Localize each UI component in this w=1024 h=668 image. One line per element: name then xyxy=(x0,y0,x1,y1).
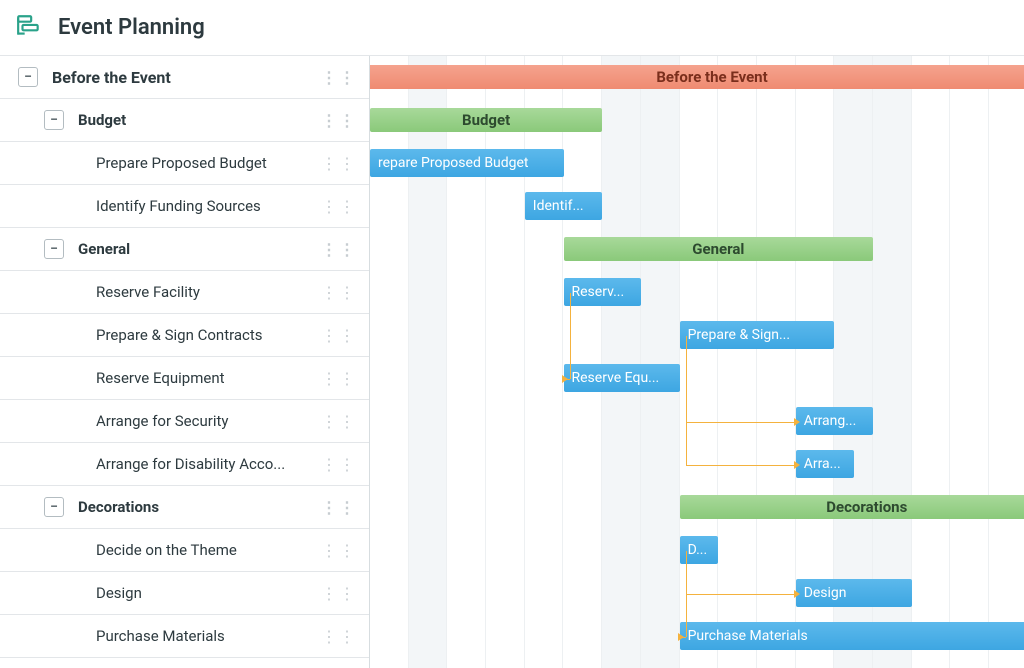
gantt-bars: Before the Event Budget repare Proposed Bu… xyxy=(370,56,1024,668)
row-label: Budget xyxy=(78,111,317,129)
drag-handle-icon[interactable]: ⋮⋮ xyxy=(317,283,361,302)
tree-group-row[interactable]: −General⋮⋮ xyxy=(0,228,369,271)
row-label: General xyxy=(78,240,317,258)
task-tree-panel: −Before the Event⋮⋮−Budget⋮⋮Prepare Prop… xyxy=(0,56,370,668)
row-label: Purchase Materials xyxy=(96,627,317,645)
main-split: −Before the Event⋮⋮−Budget⋮⋮Prepare Prop… xyxy=(0,56,1024,668)
drag-handle-icon[interactable]: ⋮⋮ xyxy=(317,541,361,560)
gantt-task-bar[interactable]: Reserv... xyxy=(564,278,641,306)
gantt-summary-bar[interactable]: Before the Event xyxy=(370,65,1024,89)
collapse-toggle[interactable]: − xyxy=(18,67,38,87)
tree-task-row[interactable]: Arrange for Disability Acco...⋮⋮ xyxy=(0,443,369,486)
drag-handle-icon[interactable]: ⋮⋮ xyxy=(317,498,361,517)
dependency-arrow-icon xyxy=(794,418,804,426)
tree-task-row[interactable]: Reserve Equipment⋮⋮ xyxy=(0,357,369,400)
drag-handle-icon[interactable]: ⋮⋮ xyxy=(317,627,361,646)
dependency-arrow-icon xyxy=(562,375,572,383)
gantt-task-bar[interactable]: Reserve Equ... xyxy=(564,364,680,392)
gantt-task-bar[interactable]: Identif... xyxy=(525,192,602,220)
drag-handle-icon[interactable]: ⋮⋮ xyxy=(317,326,361,345)
tree-task-row[interactable]: Purchase Materials⋮⋮ xyxy=(0,615,369,658)
drag-handle-icon[interactable]: ⋮⋮ xyxy=(317,111,361,130)
dependency-arrow-icon xyxy=(794,461,804,469)
tree-task-row[interactable]: Arrange for Security⋮⋮ xyxy=(0,400,369,443)
drag-handle-icon[interactable]: ⋮⋮ xyxy=(317,584,361,603)
drag-handle-icon[interactable]: ⋮⋮ xyxy=(317,412,361,431)
page-title: Event Planning xyxy=(58,15,205,40)
dependency-line xyxy=(686,336,687,465)
drag-handle-icon[interactable]: ⋮⋮ xyxy=(317,369,361,388)
tree-task-row[interactable]: Prepare & Sign Contracts⋮⋮ xyxy=(0,314,369,357)
dependency-line xyxy=(686,594,796,595)
gantt-task-bar[interactable]: Arrang... xyxy=(796,407,873,435)
row-label: Reserve Facility xyxy=(96,283,317,301)
dependency-line xyxy=(686,422,796,423)
tree-task-row[interactable]: Identify Funding Sources⋮⋮ xyxy=(0,185,369,228)
dependency-line xyxy=(570,293,571,379)
dependency-arrow-icon xyxy=(794,590,804,598)
collapse-toggle[interactable]: − xyxy=(44,239,64,259)
gantt-task-bar[interactable]: repare Proposed Budget xyxy=(370,149,564,177)
gantt-icon xyxy=(16,13,58,43)
drag-handle-icon[interactable]: ⋮⋮ xyxy=(317,455,361,474)
row-label: Prepare & Sign Contracts xyxy=(96,326,317,344)
tree-task-row[interactable]: Prepare Proposed Budget⋮⋮ xyxy=(0,142,369,185)
row-label: Identify Funding Sources xyxy=(96,197,317,215)
gantt-task-bar[interactable]: Purchase Materials xyxy=(680,622,1024,650)
tree-task-row[interactable]: Decide on the Theme⋮⋮ xyxy=(0,529,369,572)
tree-group-row[interactable]: −Before the Event⋮⋮ xyxy=(0,56,369,99)
gantt-summary-bar[interactable]: Budget xyxy=(370,108,602,132)
drag-handle-icon[interactable]: ⋮⋮ xyxy=(317,68,361,87)
collapse-toggle[interactable]: − xyxy=(44,497,64,517)
gantt-task-bar[interactable]: Design xyxy=(796,579,912,607)
row-label: Prepare Proposed Budget xyxy=(96,154,317,172)
row-label: Before the Event xyxy=(52,68,317,87)
drag-handle-icon[interactable]: ⋮⋮ xyxy=(317,154,361,173)
tree-task-row[interactable]: Reserve Facility⋮⋮ xyxy=(0,271,369,314)
dependency-line xyxy=(686,551,687,637)
drag-handle-icon[interactable]: ⋮⋮ xyxy=(317,197,361,216)
dependency-arrow-icon xyxy=(678,633,688,641)
row-label: Design xyxy=(96,584,317,602)
gantt-task-bar[interactable]: Arra... xyxy=(796,450,854,478)
app-header: Event Planning xyxy=(0,0,1024,56)
gantt-summary-bar[interactable]: Decorations xyxy=(680,495,1024,519)
collapse-toggle[interactable]: − xyxy=(44,110,64,130)
row-label: Reserve Equipment xyxy=(96,369,317,387)
row-label: Decorations xyxy=(78,498,317,516)
row-label: Arrange for Disability Acco... xyxy=(96,455,317,473)
drag-handle-icon[interactable]: ⋮⋮ xyxy=(317,240,361,259)
gantt-summary-bar[interactable]: General xyxy=(564,237,874,261)
dependency-line xyxy=(686,465,796,466)
gantt-chart-panel[interactable]: Before the Event Budget repare Proposed Bu… xyxy=(370,56,1024,668)
gantt-task-bar[interactable]: Prepare & Sign... xyxy=(680,321,835,349)
tree-group-row[interactable]: −Decorations⋮⋮ xyxy=(0,486,369,529)
tree-group-row[interactable]: −Budget⋮⋮ xyxy=(0,99,369,142)
row-label: Decide on the Theme xyxy=(96,541,317,559)
tree-task-row[interactable]: Design⋮⋮ xyxy=(0,572,369,615)
row-label: Arrange for Security xyxy=(96,412,317,430)
